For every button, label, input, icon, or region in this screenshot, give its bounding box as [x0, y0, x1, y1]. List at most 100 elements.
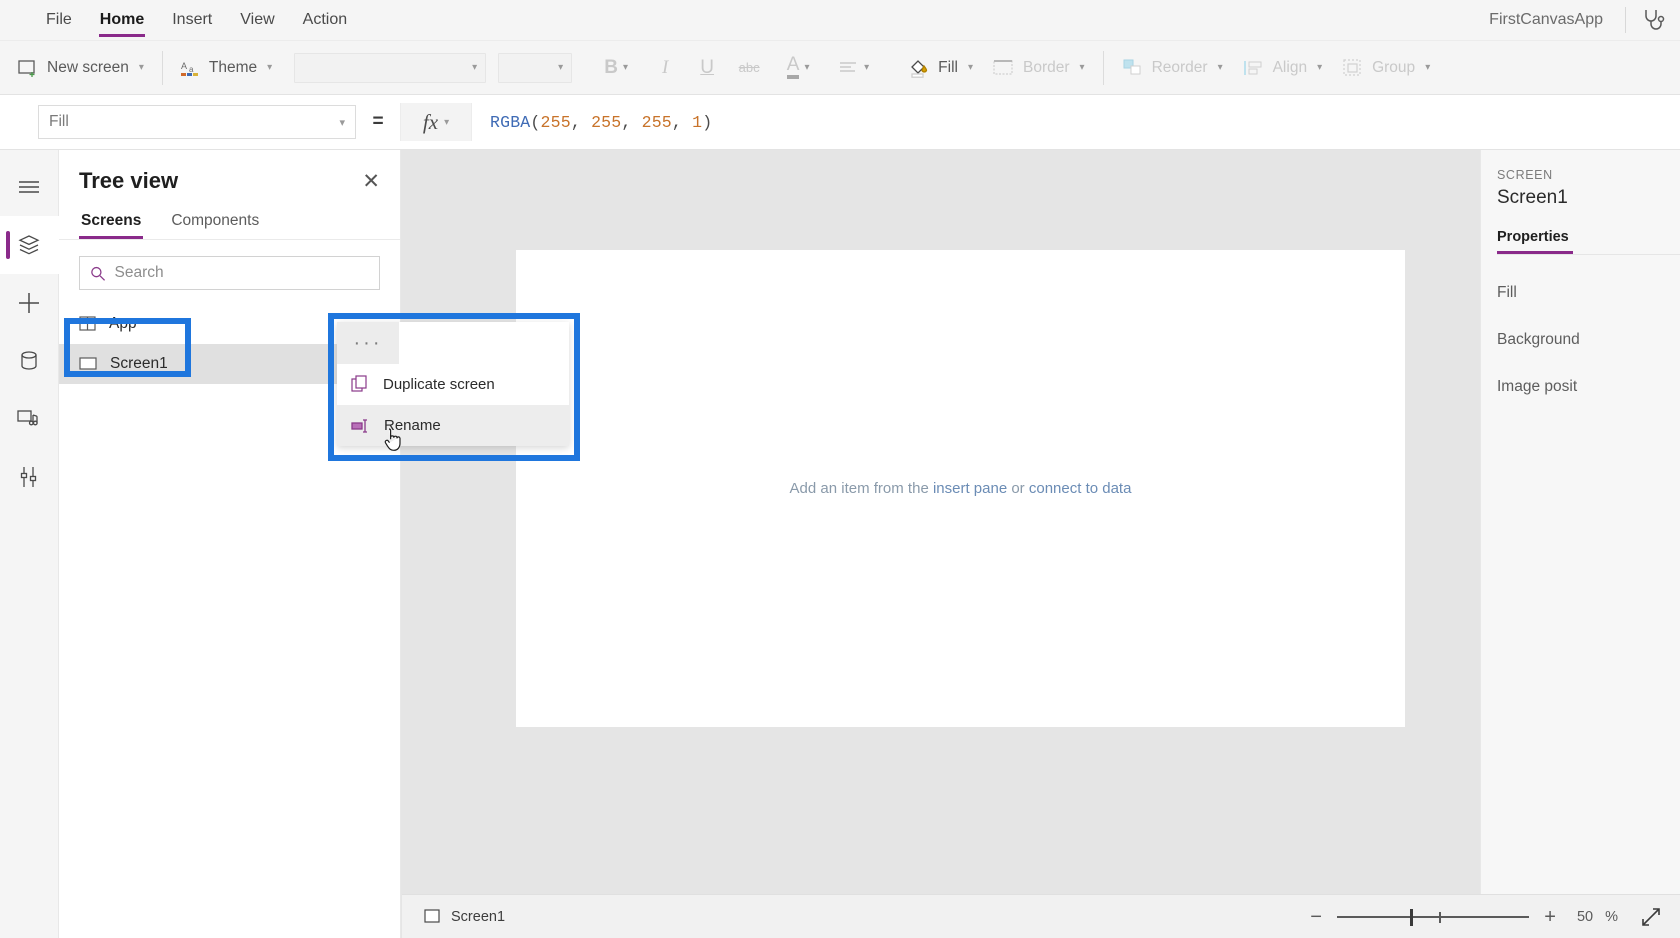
- font-color-button[interactable]: A ▾: [770, 50, 826, 86]
- align-objects-icon: [1243, 60, 1262, 75]
- ribbon-group-format: B ▾ I U abc A ▾ ▾: [580, 41, 890, 94]
- strikethrough-button[interactable]: abc: [728, 50, 770, 86]
- formula-close-paren: ): [702, 112, 713, 132]
- properties-kicker: SCREEN: [1497, 168, 1553, 182]
- properties-panel: SCREEN Screen1 Properties Fill Backgroun…: [1480, 150, 1680, 938]
- italic-button[interactable]: I: [644, 50, 686, 86]
- screen-icon: [424, 909, 440, 923]
- chevron-down-icon: ▾: [444, 116, 450, 128]
- font-family-select[interactable]: ▾: [294, 52, 487, 83]
- property-row-background[interactable]: Background: [1497, 331, 1680, 349]
- formula-arg-1: 255: [591, 112, 622, 132]
- properties-tabs: Properties: [1497, 229, 1680, 255]
- new-screen-button[interactable]: New screen ▾: [8, 53, 154, 83]
- equals-sign: =: [372, 111, 384, 132]
- tree-item-label: App: [109, 315, 137, 332]
- tools-icon[interactable]: [0, 448, 59, 506]
- media-icon[interactable]: [0, 390, 59, 448]
- status-screen-indicator[interactable]: Screen1: [424, 909, 505, 925]
- expand-icon[interactable]: [1640, 906, 1662, 928]
- theme-button[interactable]: A a Theme ▾: [171, 53, 282, 83]
- align-icon: [840, 61, 857, 72]
- search-input[interactable]: [114, 264, 369, 282]
- tab-properties[interactable]: Properties: [1497, 229, 1573, 254]
- context-menu-item-rename[interactable]: Rename: [337, 405, 569, 446]
- chevron-down-icon: ▾: [1217, 62, 1223, 73]
- ribbon-group-arrange: Reorder ▾ Align ▾ Group ▾: [1104, 41, 1449, 94]
- border-label: Border: [1023, 58, 1070, 76]
- menu-item-view[interactable]: View: [226, 1, 288, 40]
- formula-input[interactable]: RGBA(255, 255, 255, 1): [472, 113, 1680, 132]
- menu-item-action[interactable]: Action: [289, 1, 361, 40]
- tab-components[interactable]: Components: [169, 206, 261, 239]
- chevron-down-icon: ▾: [138, 62, 144, 73]
- chevron-down-icon: ▾: [1079, 62, 1085, 73]
- context-menu-item-duplicate-screen[interactable]: Duplicate screen: [337, 364, 569, 405]
- menu-item-insert[interactable]: Insert: [158, 1, 226, 40]
- status-bar: Screen1 − + 50 %: [402, 894, 1680, 938]
- group-label: Group: [1372, 58, 1416, 76]
- canvas-empty-hint: Add an item from the insert pane or conn…: [790, 480, 1132, 497]
- menu-item-file[interactable]: File: [32, 1, 86, 40]
- text-align-button[interactable]: ▾: [826, 50, 882, 86]
- group-icon: [1343, 58, 1361, 76]
- menu-bar: File Home Insert View Action FirstCanvas…: [0, 0, 1680, 41]
- border-button[interactable]: Border ▾: [983, 53, 1095, 83]
- tab-screens[interactable]: Screens: [79, 206, 144, 239]
- italic-label: I: [661, 56, 669, 78]
- context-menu-ellipsis-button[interactable]: ···: [337, 322, 399, 364]
- fill-button[interactable]: Fill ▾: [898, 51, 983, 85]
- data-cylinder-icon[interactable]: [0, 332, 59, 390]
- bold-button[interactable]: B ▾: [588, 50, 644, 86]
- zoom-in-button[interactable]: +: [1541, 907, 1559, 927]
- app-title: FirstCanvasApp: [1489, 11, 1603, 28]
- underline-button[interactable]: U: [686, 50, 728, 86]
- property-row-image-position[interactable]: Image posit: [1497, 378, 1680, 396]
- fx-button[interactable]: fx ▾: [400, 103, 472, 141]
- zoom-slider-track: [1337, 915, 1530, 918]
- powerapps-studio: File Home Insert View Action FirstCanvas…: [0, 0, 1680, 938]
- zoom-slider-tick: [1438, 911, 1441, 923]
- zoom-slider[interactable]: [1337, 908, 1530, 926]
- context-menu-item-label: Duplicate screen: [383, 376, 495, 393]
- insert-plus-icon[interactable]: [0, 274, 59, 332]
- tree-view-panel: Tree view ✕ Screens Components Search Ap…: [59, 150, 401, 938]
- chevron-down-icon: ▾: [472, 62, 478, 73]
- reorder-icon: [1123, 59, 1141, 74]
- zoom-controls: − + 50 %: [1307, 906, 1662, 928]
- chevron-down-icon: ▾: [623, 62, 629, 73]
- stethoscope-icon[interactable]: [1626, 7, 1680, 33]
- chevron-down-icon: ▾: [1317, 62, 1323, 73]
- theme-aa-icon: A a: [180, 61, 198, 76]
- menu-item-home[interactable]: Home: [86, 1, 158, 40]
- properties-title: Screen1: [1497, 187, 1568, 208]
- app-canvas[interactable]: Add an item from the insert pane or conn…: [516, 250, 1405, 727]
- menu-bar-right: FirstCanvasApp: [1489, 0, 1680, 40]
- insert-pane-link[interactable]: insert pane: [933, 480, 1007, 497]
- left-icon-rail: [0, 150, 59, 938]
- hamburger-menu-icon[interactable]: [0, 158, 59, 216]
- close-icon[interactable]: ✕: [362, 171, 380, 192]
- formula-function: RGBA: [490, 112, 531, 132]
- rename-icon: [351, 418, 367, 433]
- search-box[interactable]: [79, 256, 380, 290]
- tree-view-title: Tree view: [79, 168, 179, 193]
- group-button[interactable]: Group ▾: [1332, 52, 1440, 84]
- context-menu-item-label: Rename: [384, 417, 441, 434]
- property-row-fill[interactable]: Fill: [1497, 284, 1680, 302]
- paint-bucket-icon: [911, 59, 928, 78]
- formula-arg-2: 255: [641, 112, 672, 132]
- border-icon: [993, 59, 1013, 75]
- status-screen-label: Screen1: [451, 908, 506, 925]
- chevron-down-icon: ▾: [864, 62, 870, 73]
- zoom-slider-thumb[interactable]: [1410, 908, 1414, 926]
- connect-to-data-link[interactable]: connect to data: [1029, 480, 1132, 497]
- menu-items: File Home Insert View Action: [0, 1, 361, 40]
- zoom-out-button[interactable]: −: [1307, 907, 1325, 927]
- reorder-button[interactable]: Reorder ▾: [1112, 52, 1233, 84]
- align-button[interactable]: Align ▾: [1233, 53, 1333, 83]
- font-size-select[interactable]: ▾: [498, 52, 573, 83]
- property-select[interactable]: Fill ▾: [38, 105, 356, 139]
- ribbon-group-fill: Fill ▾ Border ▾: [890, 41, 1102, 94]
- tree-view-icon[interactable]: [0, 216, 59, 274]
